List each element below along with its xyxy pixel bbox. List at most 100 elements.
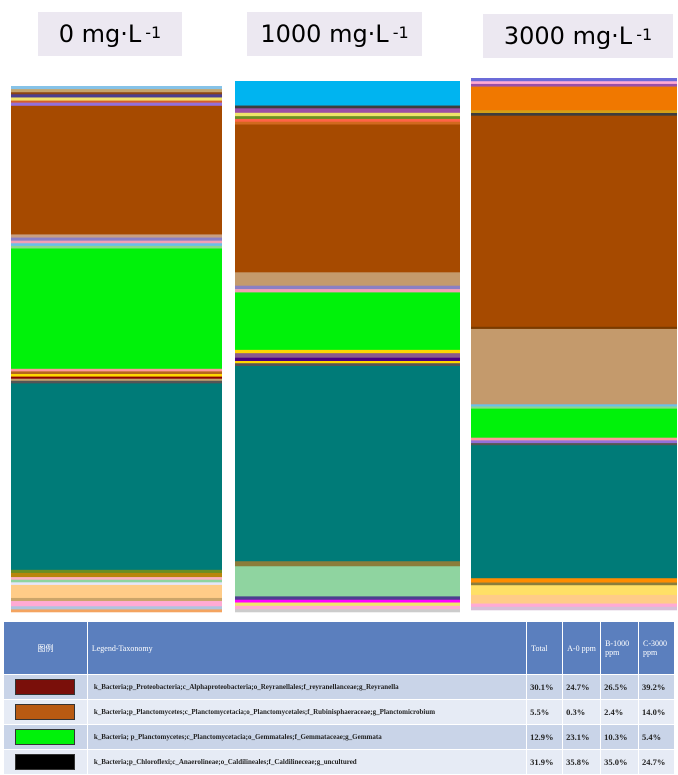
bar-segment-col2-14 xyxy=(471,443,677,446)
bar-segment-col1-22 xyxy=(235,602,460,607)
legend-header-icon: 图例 xyxy=(3,621,88,675)
bar-segment-col2-7 xyxy=(471,326,677,330)
bar-segment-col2-6 xyxy=(471,115,677,328)
legend-header-total: Total xyxy=(526,621,564,675)
bar-segment-col1-14 xyxy=(235,357,460,362)
bar-segment-col0-24 xyxy=(11,579,222,583)
bar-segment-col2-11 xyxy=(471,408,677,438)
legend-taxonomy: k_Bacteria; p_Planctomycetes;c_Planctomy… xyxy=(86,724,528,750)
legend-total: 5.5% xyxy=(526,699,564,725)
legend-swatch xyxy=(15,704,76,720)
legend-header-c: C-3000 ppm xyxy=(638,621,675,675)
bar-segment-col0-23 xyxy=(11,577,222,581)
legend-c: 5.4% xyxy=(638,724,675,750)
bar-segment-col1-4 xyxy=(235,116,460,120)
bar-segment-col0-17 xyxy=(11,376,222,379)
bar-segment-col2-1 xyxy=(471,81,677,85)
bar-segment-col2-2 xyxy=(471,83,677,87)
bar-segment-col2-5 xyxy=(471,113,677,116)
bar-segment-col1-21 xyxy=(235,599,460,603)
bar-segment-col1-19 xyxy=(235,566,460,597)
legend-b: 2.4% xyxy=(600,699,639,725)
bar-segment-col2-12 xyxy=(471,437,677,441)
bar-segment-col0-6 xyxy=(11,102,222,107)
bar-segment-col1-6 xyxy=(235,121,460,125)
bar-segment-col1-20 xyxy=(235,596,460,601)
legend-swatch-cell xyxy=(3,699,88,725)
bar-segment-col2-21 xyxy=(471,606,677,611)
legend-c: 24.7% xyxy=(638,749,675,775)
legend-total: 30.1% xyxy=(526,674,564,700)
legend-b: 26.5% xyxy=(600,674,639,700)
bar-segment-col0-1 xyxy=(11,89,222,93)
legend-b: 35.0% xyxy=(600,749,639,775)
bar-segment-col0-0 xyxy=(11,86,222,90)
legend-row: k_Bacteria;p_Proteobacteria;c_Alphaprote… xyxy=(3,674,675,700)
legend-swatch-cell xyxy=(3,724,88,750)
legend-swatch-cell xyxy=(3,749,88,775)
bar-segment-col2-10 xyxy=(471,406,677,409)
legend-c: 39.2% xyxy=(638,674,675,700)
bar-segment-col1-13 xyxy=(235,353,460,358)
bar-segment-col0-25 xyxy=(11,582,222,586)
bar-segment-col1-17 xyxy=(235,366,460,562)
bar-segment-col0-20 xyxy=(11,383,222,571)
bar-segment-col1-12 xyxy=(235,349,460,354)
bar-segment-col0-10 xyxy=(11,240,222,244)
bar-segment-col0-4 xyxy=(11,97,222,101)
bar-segment-col0-27 xyxy=(11,597,222,602)
bar-segment-col0-14 xyxy=(11,368,222,372)
bar-segment-col1-23 xyxy=(235,605,460,610)
legend-header-a: A-0 ppm xyxy=(562,621,602,675)
bar-segment-col0-5 xyxy=(11,100,222,103)
bar-segment-col1-9 xyxy=(235,285,460,290)
bar-segment-col0-15 xyxy=(11,371,222,375)
bar-segment-col2-9 xyxy=(471,404,677,407)
legend-taxonomy: k_Bacteria;p_Planctomycetes;c_Planctomyc… xyxy=(86,699,528,725)
bar-segment-col0-30 xyxy=(11,609,222,613)
bar-segment-col2-19 xyxy=(471,594,677,604)
bar-segment-col2-13 xyxy=(471,440,677,444)
bar-segment-col0-2 xyxy=(11,92,222,95)
bar-segment-col1-1 xyxy=(235,105,460,109)
legend-row: k_Bacteria; p_Planctomycetes;c_Planctomy… xyxy=(3,724,675,750)
legend-a: 23.1% xyxy=(562,724,602,750)
legend-row: k_Bacteria;p_Planctomycetes;c_Planctomyc… xyxy=(3,699,675,725)
bar-segment-col0-9 xyxy=(11,237,222,241)
bar-segment-col1-18 xyxy=(235,561,460,567)
bar-segment-col1-3 xyxy=(235,112,460,117)
bar-segment-col2-16 xyxy=(471,578,677,583)
bar-segment-col2-8 xyxy=(471,328,677,405)
bar-segment-col0-3 xyxy=(11,94,222,98)
bar-segment-col1-0 xyxy=(235,81,460,106)
bar-segment-col1-16 xyxy=(235,363,460,367)
legend-header-row: 图例 Legend-Taxonomy Total A-0 ppm B-1000 … xyxy=(3,621,675,675)
legend-c: 14.0% xyxy=(638,699,675,725)
bar-segment-col0-28 xyxy=(11,601,222,607)
bar-segment-col1-10 xyxy=(235,289,460,293)
bar-segment-col0-21 xyxy=(11,569,222,574)
bar-segment-col0-11 xyxy=(11,243,222,247)
bar-segment-col2-17 xyxy=(471,582,677,586)
bar-segment-col0-12 xyxy=(11,245,222,249)
bar-segment-col1-11 xyxy=(235,292,460,351)
bar-segment-col1-15 xyxy=(235,361,460,364)
legend-swatch-cell xyxy=(3,674,88,700)
bar-segment-col0-22 xyxy=(11,572,222,578)
legend-total: 12.9% xyxy=(526,724,564,750)
bar-segment-col2-3 xyxy=(471,86,677,111)
bar-segment-col1-7 xyxy=(235,124,460,273)
bar-segment-col1-5 xyxy=(235,118,460,123)
legend-total: 31.9% xyxy=(526,749,564,775)
bar-segment-col2-15 xyxy=(471,445,677,579)
bar-segment-col1-8 xyxy=(235,272,460,287)
legend-row: k_Bacteria;p_Chloroflexi;c_Anaerolineae;… xyxy=(3,749,675,775)
legend-b: 10.3% xyxy=(600,724,639,750)
bar-segment-col2-18 xyxy=(471,585,677,596)
bar-segment-col0-13 xyxy=(11,248,222,370)
legend-swatch xyxy=(15,679,76,695)
bar-segment-col0-29 xyxy=(11,606,222,610)
legend-table: 图例 Legend-Taxonomy Total A-0 ppm B-1000 … xyxy=(3,621,675,775)
legend-a: 0.3% xyxy=(562,699,602,725)
bar-segment-col1-24 xyxy=(235,609,460,613)
